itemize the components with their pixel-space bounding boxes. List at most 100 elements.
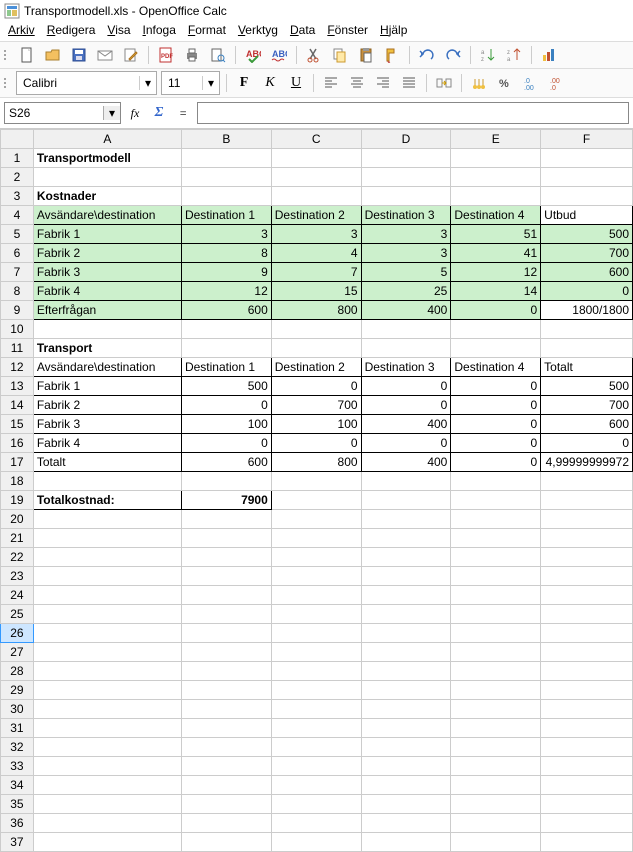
cell-F21[interactable] [541, 529, 633, 548]
cell-F11[interactable] [541, 339, 633, 358]
row-header-18[interactable]: 18 [1, 472, 34, 491]
menu-format[interactable]: Format [188, 23, 226, 37]
paste-icon[interactable] [355, 44, 377, 66]
column-header-A[interactable]: A [33, 130, 181, 149]
cell-B24[interactable] [181, 586, 271, 605]
cell-C33[interactable] [271, 757, 361, 776]
row-header-9[interactable]: 9 [1, 301, 34, 320]
cell-D19[interactable] [361, 491, 451, 510]
cell-C28[interactable] [271, 662, 361, 681]
cell-E32[interactable] [451, 738, 541, 757]
row-header-2[interactable]: 2 [1, 168, 34, 187]
cell-C8[interactable]: 15 [271, 282, 361, 301]
column-header-D[interactable]: D [361, 130, 451, 149]
cell-B18[interactable] [181, 472, 271, 491]
cell-D24[interactable] [361, 586, 451, 605]
cell-A13[interactable]: Fabrik 1 [33, 377, 181, 396]
row-header-13[interactable]: 13 [1, 377, 34, 396]
cell-E18[interactable] [451, 472, 541, 491]
cell-D23[interactable] [361, 567, 451, 586]
cell-A32[interactable] [33, 738, 181, 757]
redo-icon[interactable] [442, 44, 464, 66]
cell-F27[interactable] [541, 643, 633, 662]
new-doc-icon[interactable] [16, 44, 38, 66]
cell-A18[interactable] [33, 472, 181, 491]
cell-C10[interactable] [271, 320, 361, 339]
row-header-35[interactable]: 35 [1, 795, 34, 814]
column-header-F[interactable]: F [541, 130, 633, 149]
cell-D9[interactable]: 400 [361, 301, 451, 320]
cell-B23[interactable] [181, 567, 271, 586]
cell-E14[interactable]: 0 [451, 396, 541, 415]
menu-fonster[interactable]: Fönster [327, 23, 368, 37]
cell-B3[interactable] [181, 187, 271, 206]
cell-D5[interactable]: 3 [361, 225, 451, 244]
cell-E28[interactable] [451, 662, 541, 681]
cell-E6[interactable]: 41 [451, 244, 541, 263]
row-header-19[interactable]: 19 [1, 491, 34, 510]
cell-E7[interactable]: 12 [451, 263, 541, 282]
select-all-corner[interactable] [1, 130, 34, 149]
underline-button[interactable]: U [285, 72, 307, 94]
cell-B28[interactable] [181, 662, 271, 681]
cell-B21[interactable] [181, 529, 271, 548]
cell-A28[interactable] [33, 662, 181, 681]
cell-E23[interactable] [451, 567, 541, 586]
cell-B33[interactable] [181, 757, 271, 776]
cell-C25[interactable] [271, 605, 361, 624]
cell-B14[interactable]: 0 [181, 396, 271, 415]
cell-C4[interactable]: Destination 2 [271, 206, 361, 225]
cell-E16[interactable]: 0 [451, 434, 541, 453]
row-header-21[interactable]: 21 [1, 529, 34, 548]
cell-F10[interactable] [541, 320, 633, 339]
cell-E19[interactable] [451, 491, 541, 510]
cell-B11[interactable] [181, 339, 271, 358]
cell-A23[interactable] [33, 567, 181, 586]
cell-F30[interactable] [541, 700, 633, 719]
cell-E5[interactable]: 51 [451, 225, 541, 244]
cell-D11[interactable] [361, 339, 451, 358]
cell-E30[interactable] [451, 700, 541, 719]
cell-C20[interactable] [271, 510, 361, 529]
row-header-31[interactable]: 31 [1, 719, 34, 738]
cell-F9[interactable]: 1800/1800 [541, 301, 633, 320]
cell-F4[interactable]: Utbud [541, 206, 633, 225]
cell-D17[interactable]: 400 [361, 453, 451, 472]
cell-D27[interactable] [361, 643, 451, 662]
cell-B25[interactable] [181, 605, 271, 624]
cell-C17[interactable]: 800 [271, 453, 361, 472]
cell-A24[interactable] [33, 586, 181, 605]
cell-B37[interactable] [181, 833, 271, 852]
column-header-C[interactable]: C [271, 130, 361, 149]
row-header-7[interactable]: 7 [1, 263, 34, 282]
merge-cells-icon[interactable] [433, 72, 455, 94]
cell-F28[interactable] [541, 662, 633, 681]
row-header-26[interactable]: 26 [1, 624, 34, 643]
cell-D32[interactable] [361, 738, 451, 757]
cell-A3[interactable]: Kostnader [33, 187, 181, 206]
cell-E26[interactable] [451, 624, 541, 643]
row-header-33[interactable]: 33 [1, 757, 34, 776]
cell-B5[interactable]: 3 [181, 225, 271, 244]
cell-B6[interactable]: 8 [181, 244, 271, 263]
undo-icon[interactable] [416, 44, 438, 66]
cell-F13[interactable]: 500 [541, 377, 633, 396]
align-left-icon[interactable] [320, 72, 342, 94]
cell-A37[interactable] [33, 833, 181, 852]
cell-F19[interactable] [541, 491, 633, 510]
cell-F26[interactable] [541, 624, 633, 643]
cell-A21[interactable] [33, 529, 181, 548]
cell-E11[interactable] [451, 339, 541, 358]
cell-C12[interactable]: Destination 2 [271, 358, 361, 377]
row-header-12[interactable]: 12 [1, 358, 34, 377]
sheet-grid[interactable]: ABCDEF1Transportmodell23Kostnader4Avsänd… [0, 129, 633, 852]
cell-C13[interactable]: 0 [271, 377, 361, 396]
cell-E12[interactable]: Destination 4 [451, 358, 541, 377]
cell-C26[interactable] [271, 624, 361, 643]
cell-F2[interactable] [541, 168, 633, 187]
cell-C31[interactable] [271, 719, 361, 738]
format-paint-icon[interactable] [381, 44, 403, 66]
cell-A14[interactable]: Fabrik 2 [33, 396, 181, 415]
cell-C30[interactable] [271, 700, 361, 719]
cell-E20[interactable] [451, 510, 541, 529]
